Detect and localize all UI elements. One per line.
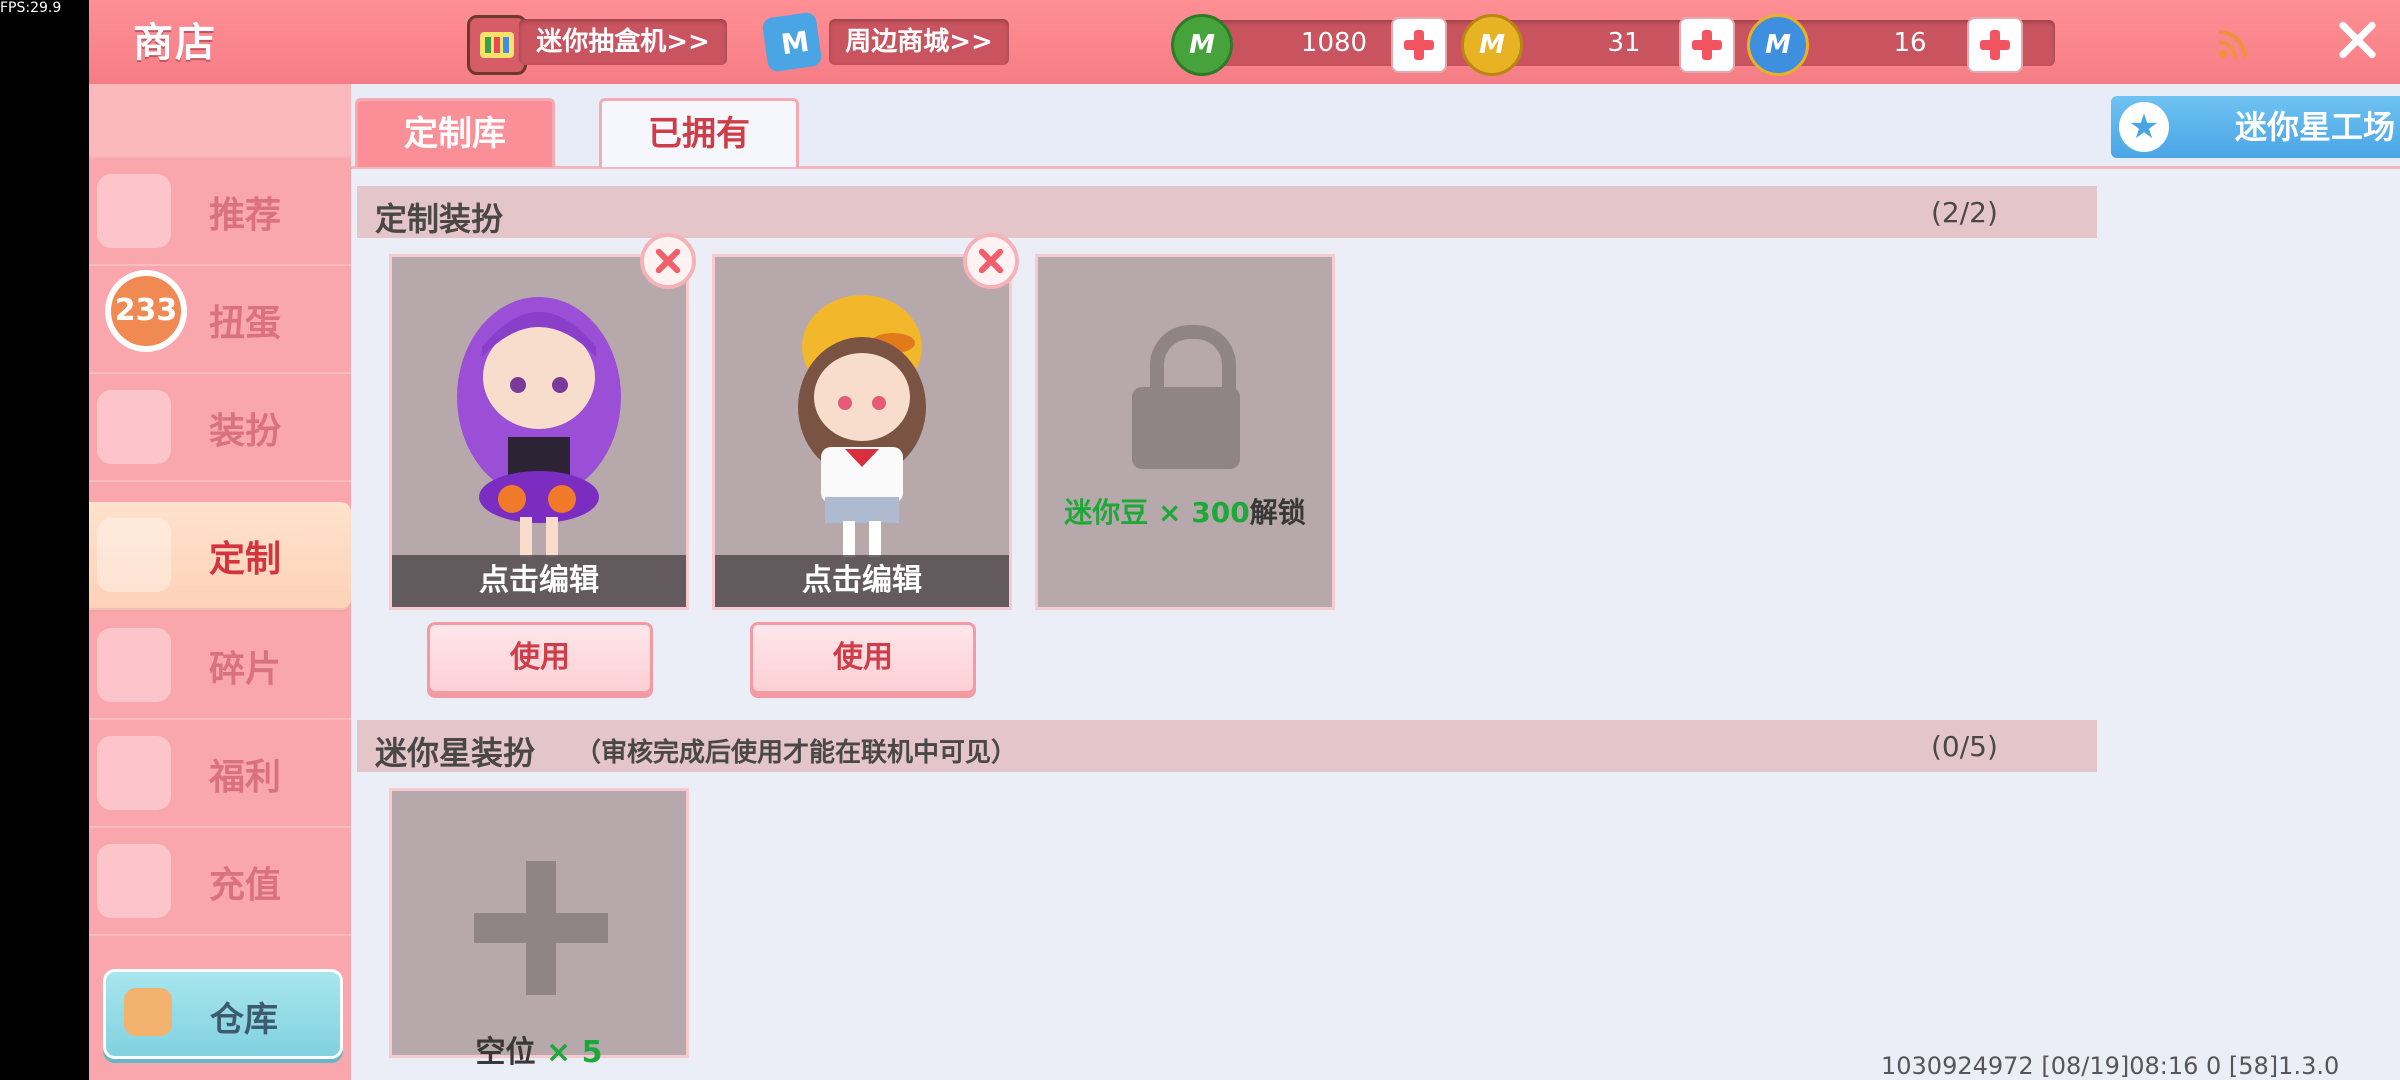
build-info: 1030924972 [08/19]08:16 0 [58]1.3.0 (1881, 1052, 2340, 1080)
sidebar-header (89, 84, 351, 158)
sidebar-item-outfit[interactable]: 装扮 (89, 374, 351, 482)
sidebar: 推荐 扭蛋 装扮 定制 碎片 福利 充值 233 仓库 (89, 84, 351, 1080)
slot-count: × 5 (545, 1035, 603, 1070)
sidebar-item-label: 充值 (209, 865, 282, 906)
star-icon: ★ (2119, 102, 2169, 152)
mini-star-workshop-button[interactable]: ★ 迷你星工场 (2111, 96, 2400, 158)
svg-text:M: M (779, 25, 811, 62)
use-button[interactable]: 使用 (750, 622, 976, 694)
gold-coin-icon: M (1461, 14, 1523, 76)
shard-icon (97, 628, 171, 702)
sidebar-item-label: 推荐 (209, 195, 282, 236)
unlock-suffix: 解锁 (1249, 496, 1306, 529)
use-button[interactable]: 使用 (427, 622, 653, 694)
sidebar-item-label: 装扮 (209, 411, 282, 452)
top-bar: 商店 迷你抽盒机>> M 周边商城>> 1080 M 31 M 16 M (89, 0, 2400, 87)
section-count: (2/2) (1931, 196, 1998, 229)
purple-hair-character (457, 297, 621, 557)
add-beans-button[interactable] (1391, 17, 1447, 73)
fps-readout: FPS:29.9 (0, 0, 62, 16)
capsule-icon: 233 (105, 270, 187, 352)
treasure-chest-icon (124, 988, 172, 1036)
shopping-bag-icon[interactable]: M (761, 11, 823, 73)
gacha-link-label: 迷你抽盒机>> (536, 27, 710, 57)
edit-button[interactable]: 点击编辑 (392, 555, 686, 607)
add-icon-bar (474, 913, 608, 943)
empty-slot-label: 空位 × 5 (392, 1027, 686, 1071)
currency-coins-value: 31 (1607, 28, 1641, 58)
unlock-cost: 迷你豆 × 300解锁 (1038, 491, 1332, 531)
sidebar-item-welfare[interactable]: 福利 (89, 720, 351, 828)
sidebar-item-label: 扭蛋 (209, 303, 282, 344)
gacha-machine-icon[interactable] (467, 15, 527, 75)
close-icon[interactable] (2333, 16, 2381, 64)
sidebar-item-label: 定制 (209, 539, 282, 580)
add-stars-button[interactable] (1967, 17, 2023, 73)
mini-star-outfit-section-header: 迷你星装扮 （审核完成后使用才能在联机中可见） (0/5) (357, 720, 2097, 772)
slot-label: 空位 (475, 1035, 536, 1070)
gift-icon (97, 736, 171, 810)
unlock-price: 迷你豆 × 300 (1064, 496, 1250, 529)
green-bean-icon: M (1171, 14, 1233, 76)
section-subtitle: （审核完成后使用才能在联机中可见） (575, 738, 1018, 768)
shop-window: 商店 迷你抽盒机>> M 周边商城>> 1080 M 31 M 16 M 推荐 … (89, 0, 2400, 1080)
blue-coin-icon: M (1747, 14, 1809, 76)
merch-link-label: 周边商城>> (845, 27, 993, 57)
currency-beans-value: 1080 (1300, 28, 1368, 58)
section-title: 定制装扮 (375, 200, 504, 238)
edit-button[interactable]: 点击编辑 (715, 555, 1009, 607)
custom-outfit-section-header: 定制装扮 (2/2) (357, 186, 2097, 238)
tab-custom-library[interactable]: 定制库 (355, 98, 555, 167)
duck-hat-character (798, 295, 926, 557)
rss-icon[interactable] (2217, 30, 2247, 60)
sidebar-item-custom[interactable]: 定制 (89, 502, 351, 610)
lock-icon-body (1132, 387, 1240, 469)
coins-icon (97, 844, 171, 918)
merch-link[interactable]: 周边商城>> (829, 19, 1009, 65)
tshirt-icon (97, 390, 171, 464)
delete-icon[interactable] (640, 233, 696, 289)
tab-owned[interactable]: 已拥有 (599, 98, 799, 167)
sidebar-item-recharge[interactable]: 充值 (89, 828, 351, 936)
workshop-label: 迷你星工场 (2235, 108, 2396, 146)
sidebar-item-shards[interactable]: 碎片 (89, 612, 351, 720)
currency-stars-value: 16 (1893, 28, 1927, 58)
page-title: 商店 (133, 20, 217, 66)
locked-slot-card[interactable]: 迷你豆 × 300解锁 (1035, 254, 1335, 610)
outfit-card[interactable]: 点击编辑 (389, 233, 696, 610)
tab-bar: 定制库 已拥有 ★ 迷你星工场 (351, 84, 2400, 169)
empty-slot-card[interactable]: 空位 × 5 (389, 788, 689, 1070)
sidebar-item-label: 碎片 (209, 649, 282, 690)
section-title: 迷你星装扮 (375, 734, 536, 772)
section-count: (0/5) (1931, 730, 1998, 763)
thumbs-up-icon (97, 174, 171, 248)
sidebar-item-label: 福利 (209, 757, 282, 798)
delete-icon[interactable] (963, 233, 1019, 289)
outfit-card[interactable]: 点击编辑 (712, 233, 1019, 610)
warehouse-button[interactable]: 仓库 (103, 969, 343, 1059)
sidebar-item-recommend[interactable]: 推荐 (89, 158, 351, 266)
add-coins-button[interactable] (1679, 17, 1735, 73)
gacha-link[interactable]: 迷你抽盒机>> (519, 19, 727, 65)
warehouse-label: 仓库 (210, 1000, 278, 1040)
pencil-icon (97, 518, 171, 592)
